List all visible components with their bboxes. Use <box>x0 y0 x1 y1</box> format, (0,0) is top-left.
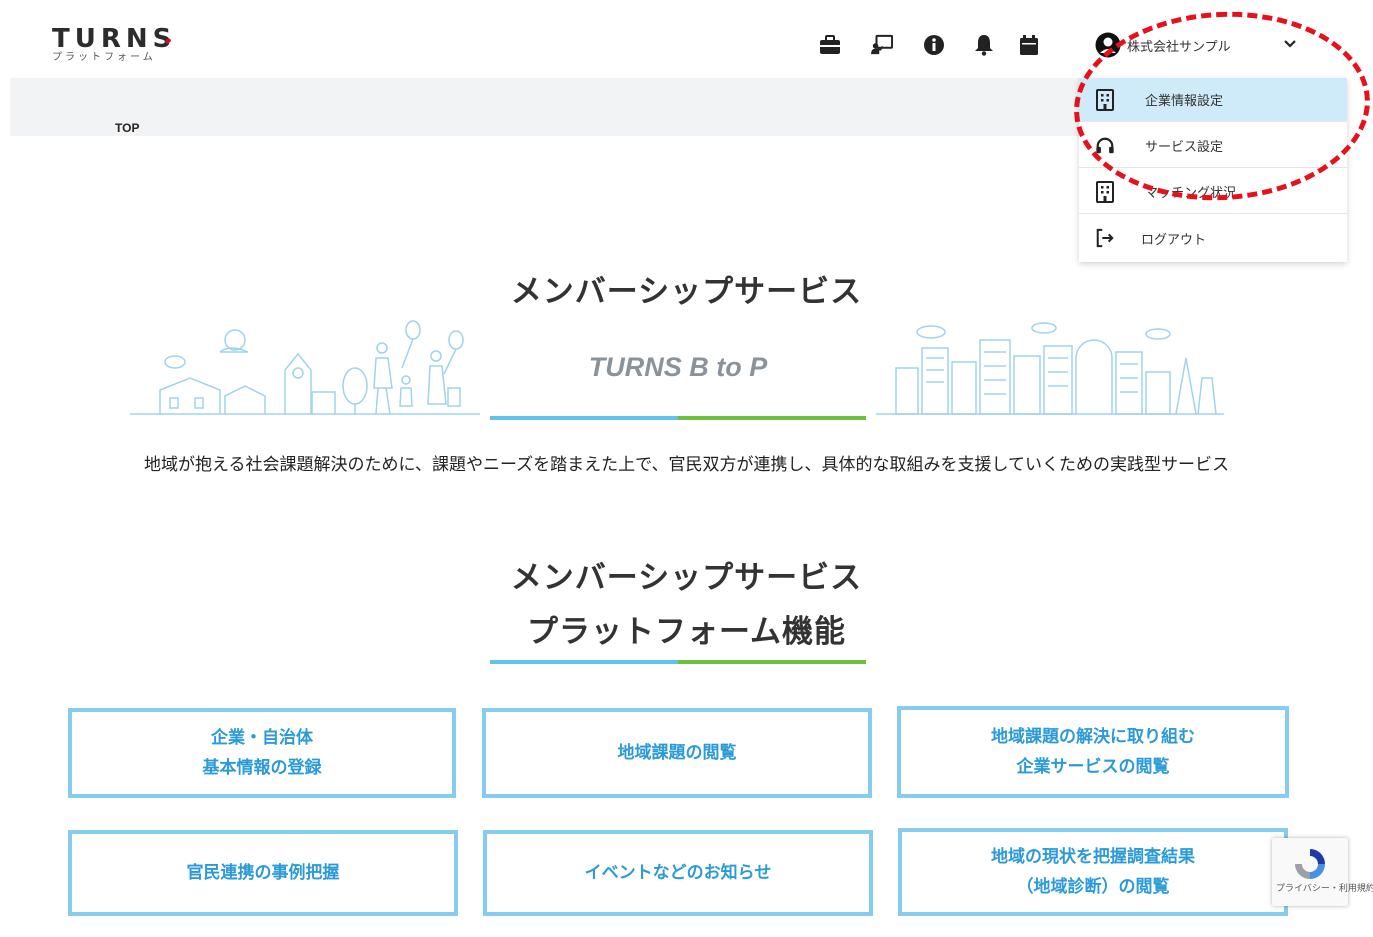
card-label: 企業・自治体 基本情報の登録 <box>202 728 322 778</box>
section-title-line2: プラットフォーム機能 <box>526 614 847 650</box>
building-icon <box>1096 89 1114 111</box>
logo-text: TURNS <box>52 24 177 54</box>
card-case-studies[interactable]: 官民連携の事例把握 <box>68 830 458 916</box>
briefcase-icon[interactable] <box>819 34 841 56</box>
card-basic-info-registration[interactable]: 企業・自治体 基本情報の登録 <box>68 708 456 798</box>
card-label: 地域の現状を把握調査結果 （地域診断）の閲覧 <box>991 847 1195 897</box>
city-illustration <box>876 322 1224 415</box>
building-icon <box>1096 181 1114 203</box>
menu-item-service-settings[interactable]: サービス設定 <box>1079 124 1347 168</box>
breadcrumb[interactable]: TOP <box>115 121 139 135</box>
card-events[interactable]: イベントなどのお知らせ <box>483 830 873 916</box>
section-title-line1: メンバーシップサービス <box>510 560 863 596</box>
menu-item-company-settings[interactable]: 企業情報設定 <box>1079 78 1347 122</box>
turns-logo[interactable]: TURNS プラットフォーム <box>52 26 176 64</box>
recaptcha-text[interactable]: プライバシー・利用規約 <box>1276 884 1373 894</box>
chevron-down-icon[interactable] <box>1282 36 1298 56</box>
recaptcha-icon <box>1295 849 1325 879</box>
menu-item-label: ログアウト <box>1141 232 1207 248</box>
card-regional-issues[interactable]: 地域課題の閲覧 <box>482 708 872 798</box>
user-name: 株式会社サンプル <box>1127 39 1231 55</box>
card-company-services[interactable]: 地域課題の解決に取り組む 企業サービスの閲覧 <box>897 706 1289 798</box>
card-regional-diagnosis[interactable]: 地域の現状を把握調査結果 （地域診断）の閲覧 <box>898 828 1288 916</box>
section-title: メンバーシップサービス <box>510 274 863 310</box>
recaptcha-badge[interactable]: プライバシー・利用規約 <box>1272 838 1373 906</box>
menu-item-label: 企業情報設定 <box>1145 94 1224 109</box>
section-underline <box>490 660 866 664</box>
logout-icon <box>1096 228 1114 248</box>
brand-text: TURNS B to P <box>588 352 768 382</box>
presentation-icon[interactable] <box>871 34 893 56</box>
calendar-icon[interactable] <box>1018 34 1040 56</box>
card-label: 官民連携の事例把握 <box>186 863 340 883</box>
menu-item-label: マッチング状況 <box>1145 186 1237 201</box>
section-underline <box>490 416 866 420</box>
headset-icon <box>1096 137 1114 154</box>
card-label: 地域課題の閲覧 <box>617 743 737 763</box>
avatar-icon <box>1095 32 1121 58</box>
header: TURNS プラットフォーム 株式会社サンプル <box>0 0 1373 78</box>
card-label: イベントなどのお知らせ <box>584 863 772 883</box>
menu-item-logout[interactable]: ログアウト <box>1079 216 1347 260</box>
user-menu-toggle[interactable]: 株式会社サンプル <box>1095 30 1231 60</box>
service-description: 地域が抱える社会課題解決のために、課題やニーズを踏まえた上で、官民双方が連携し、… <box>144 455 1229 475</box>
card-label: 地域課題の解決に取り組む 企業サービスの閲覧 <box>991 727 1195 777</box>
info-icon[interactable] <box>923 34 945 56</box>
bell-icon[interactable] <box>973 34 995 56</box>
user-dropdown-menu: 企業情報設定 サービス設定 マッチング状況 ログアウト <box>1079 78 1347 262</box>
menu-item-matching-status[interactable]: マッチング状況 <box>1079 170 1347 214</box>
menu-item-label: サービス設定 <box>1145 140 1224 155</box>
town-illustration <box>130 320 480 415</box>
